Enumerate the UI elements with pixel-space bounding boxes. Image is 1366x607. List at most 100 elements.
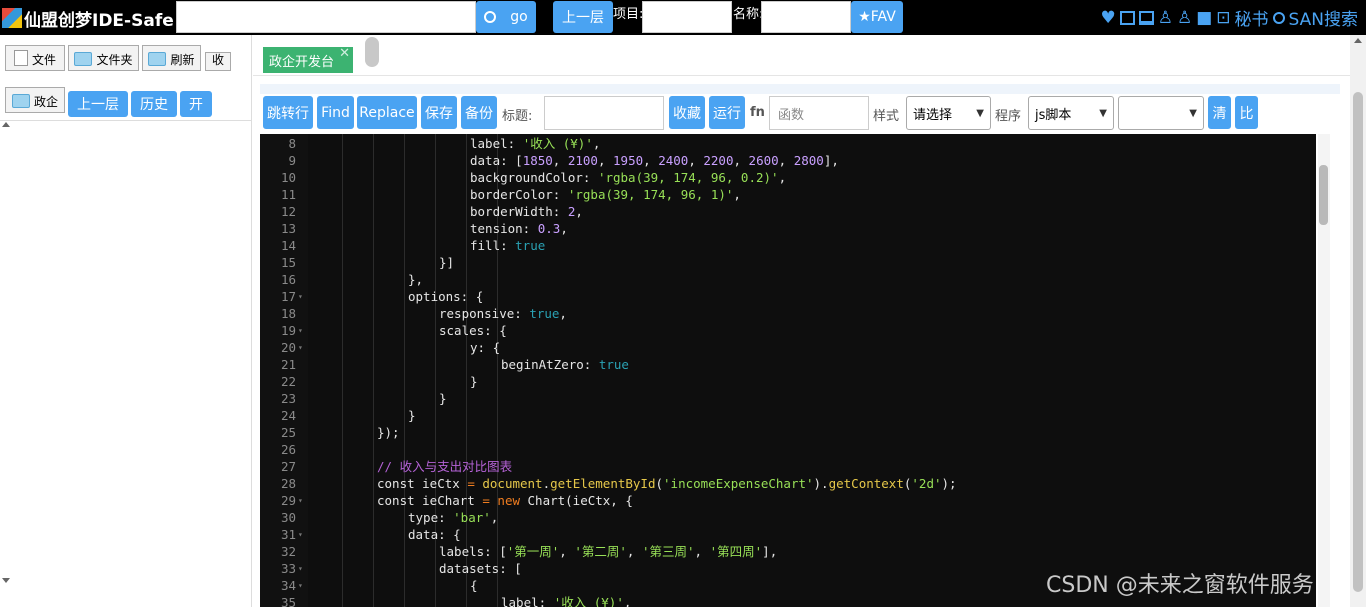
style-select[interactable]: 请选择 ▼: [906, 96, 991, 130]
code-token: }: [470, 374, 478, 389]
fav-button[interactable]: ★FAV: [851, 1, 903, 33]
layout-icon[interactable]: [1138, 10, 1154, 25]
code-token: ,: [597, 153, 614, 168]
code-line[interactable]: 30 type: 'bar',: [260, 509, 1316, 526]
editor-scroll-thumb[interactable]: [1319, 165, 1328, 225]
project-input[interactable]: [642, 1, 732, 33]
code-line[interactable]: 32 labels: ['第一周', '第二周', '第三周', '第四周'],: [260, 543, 1316, 560]
fold-arrow-icon[interactable]: ▾: [298, 526, 303, 543]
name-input[interactable]: [761, 1, 851, 33]
code-line[interactable]: 17 ▾ options: {: [260, 288, 1316, 305]
code-line[interactable]: 31 ▾ data: {: [260, 526, 1316, 543]
code-line[interactable]: 15}]: [260, 254, 1316, 271]
left-scrollbar[interactable]: [0, 120, 14, 590]
fold-arrow-icon[interactable]: ▾: [298, 288, 303, 305]
page-scroll-thumb[interactable]: [1353, 92, 1363, 592]
code-line[interactable]: 26: [260, 441, 1316, 458]
code-line[interactable]: 22}: [260, 373, 1316, 390]
find-button[interactable]: Find: [317, 96, 354, 129]
fold-arrow-icon[interactable]: ▾: [298, 339, 303, 356]
briefcase-icon[interactable]: ⊡: [1216, 8, 1230, 28]
search-input[interactable]: [176, 1, 476, 33]
code-line[interactable]: 11 borderColor: 'rgba(39, 174, 96, 1)',: [260, 186, 1316, 203]
code-text: }: [408, 407, 416, 424]
user-alt-icon[interactable]: ♙: [1177, 8, 1192, 28]
code-text: });: [377, 424, 400, 441]
save-button[interactable]: 保存: [421, 96, 457, 129]
code-line[interactable]: 16},: [260, 271, 1316, 288]
up-level-button[interactable]: 上一层: [553, 1, 613, 33]
code-token: document: [482, 476, 543, 491]
code-line[interactable]: 12 borderWidth: 2,: [260, 203, 1316, 220]
clear-button[interactable]: 清: [1208, 96, 1231, 129]
close-icon[interactable]: ✕: [339, 46, 350, 61]
line-number: 15: [280, 255, 296, 270]
code-line[interactable]: 8 label: '收入 (¥)',: [260, 135, 1316, 152]
go-button[interactable]: go: [476, 1, 536, 33]
code-line[interactable]: 14 fill: true: [260, 237, 1316, 254]
refresh-button[interactable]: 刷新: [142, 45, 201, 71]
code-line[interactable]: 10 backgroundColor: 'rgba(39, 174, 96, 0.…: [260, 169, 1316, 186]
folder-button[interactable]: 文件夹: [68, 45, 139, 71]
san-search-link[interactable]: SAN搜索: [1289, 5, 1358, 30]
goto-line-button[interactable]: 跳转行: [263, 96, 313, 129]
code-line[interactable]: 25});: [260, 424, 1316, 441]
code-line[interactable]: 21 beginAtZero: true: [260, 356, 1316, 373]
code-line[interactable]: 23}: [260, 390, 1316, 407]
refresh-label: 刷新: [170, 53, 195, 67]
code-token: const ieCtx: [377, 476, 468, 491]
compare-button[interactable]: 比: [1235, 96, 1258, 129]
user-icon[interactable]: ♙: [1158, 8, 1173, 28]
code-line[interactable]: 27 // 收入与支出对比图表: [260, 458, 1316, 475]
collapse-button[interactable]: 收: [205, 52, 231, 71]
code-line[interactable]: 18 responsive: true,: [260, 305, 1316, 322]
toolbar-strip: [260, 84, 1340, 94]
run-button[interactable]: 运行: [709, 96, 745, 129]
function-input[interactable]: 函数: [769, 96, 869, 130]
secretary-link[interactable]: 秘书: [1235, 5, 1269, 30]
code-line[interactable]: 13 tension: 0.3,: [260, 220, 1316, 237]
line-number: 10: [280, 170, 296, 185]
open-button[interactable]: 开: [180, 91, 212, 117]
file-button[interactable]: 文件: [5, 45, 65, 71]
program-select[interactable]: js脚本 ▼: [1028, 96, 1114, 130]
code-text: type: 'bar',: [408, 509, 498, 526]
extra-select[interactable]: ▼: [1118, 96, 1204, 130]
code-line[interactable]: 29 ▾ const ieChart = new Chart(ieCtx, {: [260, 492, 1316, 509]
code-token: const ieChart: [377, 493, 483, 508]
title-input[interactable]: [544, 96, 664, 130]
tab-scrollbar[interactable]: [365, 37, 379, 67]
fold-arrow-icon[interactable]: ▾: [298, 577, 303, 594]
code-line[interactable]: 28 const ieCtx = document.getElementById(…: [260, 475, 1316, 492]
code-token: ,: [778, 153, 794, 168]
code-text: backgroundColor: 'rgba(39, 174, 96, 0.2)…: [470, 169, 786, 186]
code-token: y: {: [470, 340, 501, 355]
fold-arrow-icon[interactable]: ▾: [298, 560, 303, 577]
heart-icon[interactable]: ♥: [1100, 8, 1115, 28]
fold-arrow-icon[interactable]: ▾: [298, 492, 303, 509]
collect-button[interactable]: 收藏: [669, 96, 705, 129]
history-button[interactable]: 历史: [131, 91, 177, 117]
line-number: 25: [280, 425, 296, 440]
code-text: const ieChart = new Chart(ieCtx, {: [377, 492, 633, 509]
code-text: }]: [439, 254, 454, 271]
folder-icon[interactable]: ■: [1196, 8, 1212, 28]
fold-arrow-icon[interactable]: ▾: [298, 322, 303, 339]
replace-button[interactable]: Replace: [357, 96, 417, 129]
chevron-down-icon: ▼: [976, 107, 984, 119]
sidebar-panel-icon[interactable]: [1119, 10, 1135, 25]
code-token: =: [482, 493, 490, 508]
zhengqi-folder-button[interactable]: 政企: [5, 87, 65, 113]
line-number: 11: [280, 187, 296, 202]
code-line[interactable]: 9 data: [1850, 2100, 1950, 2400, 2200, 26…: [260, 152, 1316, 169]
code-editor[interactable]: 8 label: '收入 (¥)', 9 data: [1850, 2100, 195…: [260, 134, 1316, 607]
left-up-level-button[interactable]: 上一层: [68, 91, 128, 117]
code-token: '第二周': [574, 544, 627, 559]
tab-label: 政企开发台: [269, 54, 335, 70]
code-line[interactable]: 20 ▾ y: {: [260, 339, 1316, 356]
code-line[interactable]: 19 ▾ scales: {: [260, 322, 1316, 339]
code-line[interactable]: 24}: [260, 407, 1316, 424]
program-label: 程序: [995, 109, 1022, 124]
tab-zhengqi-dev[interactable]: 政企开发台 ✕: [263, 46, 353, 73]
backup-button[interactable]: 备份: [461, 96, 497, 129]
